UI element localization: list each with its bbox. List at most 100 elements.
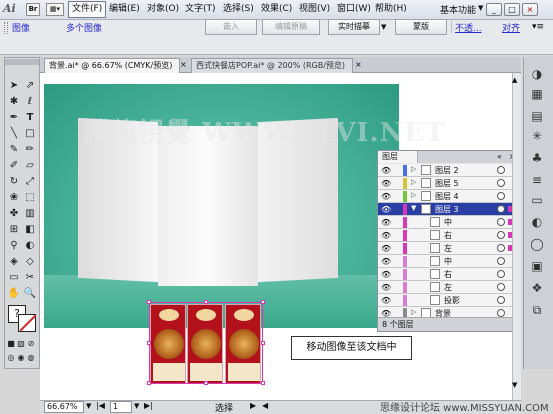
draw-inside-icon[interactable]: ◍ [26,350,36,366]
gradient-tool-icon[interactable]: ◧ [22,222,38,238]
embed-button[interactable]: 嵌入 [205,19,257,35]
layers-icon[interactable]: ❖ [528,280,546,296]
status-menu-icon[interactable]: ▶ [250,401,256,410]
tools-panel-header[interactable] [5,59,39,65]
vertical-scrollbar[interactable] [512,73,521,400]
menu-effect[interactable]: 效果(C) [258,1,295,18]
blob-brush-tool-icon[interactable]: ✐ [6,158,22,174]
scroll-left-icon[interactable]: ◀ [262,401,268,410]
chevron-down-icon[interactable]: ▼ [134,402,139,410]
symbol-sprayer-tool-icon[interactable]: ✤ [6,206,22,222]
layer-row[interactable]: 👁 ▼ 图层 3 [378,203,519,216]
panel-menu-icon[interactable]: ▾≡ [532,22,544,32]
menu-select[interactable]: 选择(S) [220,1,257,18]
resize-handle[interactable] [204,381,208,385]
last-page-icon[interactable]: ▶| [144,401,153,410]
transparency-icon[interactable]: ◐ [528,214,546,230]
stroke-swatch[interactable] [18,314,37,332]
live-paint-selection-tool-icon[interactable]: ◇ [22,254,38,270]
layer-row[interactable]: 👁 ▷ 图层 5 [378,177,519,190]
selection-bounding-box[interactable] [149,302,263,384]
layer-row[interactable]: 👁 ▷ 图层 2 [378,164,519,177]
brushes-icon[interactable]: ✳ [528,128,546,144]
appearance-icon[interactable]: ◯ [528,236,546,252]
swatches-icon[interactable]: ▤ [528,108,546,124]
layer-target-icon[interactable] [497,244,505,252]
menu-edit[interactable]: 编辑(E) [106,1,143,18]
warp-tool-icon[interactable]: ❀ [6,190,22,206]
menu-window[interactable]: 窗口(W) [334,1,374,18]
tab-background-doc[interactable]: 背景.ai* @ 66.67% (CMYK/预览) [44,58,180,73]
resize-handle[interactable] [261,341,265,345]
visibility-eye-icon[interactable]: 👁 [381,179,391,188]
magic-wand-tool-icon[interactable]: ✱ [6,94,22,110]
expand-triangle-icon[interactable]: ▷ [411,165,416,173]
slice-tool-icon[interactable]: ✂ [22,270,38,286]
menu-help[interactable]: 帮助(H) [372,1,410,18]
visibility-eye-icon[interactable]: 👁 [381,270,391,279]
color-panel-icon[interactable]: ◑ [528,66,546,82]
menu-object[interactable]: 对象(O) [144,1,182,18]
align-link[interactable]: 对齐 [502,21,520,34]
control-label-multiple[interactable]: 多个图像 [66,21,102,34]
type-tool-icon[interactable]: T [22,110,38,126]
tab-pop-doc[interactable]: 西式快餐店POP.ai* @ 200% (RGB/预览) [191,58,353,73]
rectangle-tool-icon[interactable]: □ [22,126,38,142]
visibility-eye-icon[interactable]: 👁 [381,231,391,240]
expand-triangle-icon[interactable]: ▷ [411,308,416,316]
visibility-eye-icon[interactable]: 👁 [381,218,391,227]
layer-row[interactable]: 👁 投影 [378,294,519,307]
chevron-down-icon[interactable]: ▼ [381,23,386,31]
resize-handle[interactable] [261,300,265,304]
mask-button[interactable]: 蒙版 [395,19,447,35]
resize-handle[interactable] [147,341,151,345]
layer-row[interactable]: 👁 右 [378,229,519,242]
eyedropper-tool-icon[interactable]: ⚲ [6,238,22,254]
chevron-down-icon[interactable]: ▼ [478,4,483,12]
eraser-tool-icon[interactable]: ▱ [22,158,38,174]
pen-tool-icon[interactable]: ✒ [6,110,22,126]
menu-view[interactable]: 视图(V) [296,1,333,18]
visibility-eye-icon[interactable]: 👁 [381,296,391,305]
layer-row[interactable]: 👁 左 [378,242,519,255]
layer-row[interactable]: 👁 左 [378,281,519,294]
menu-file[interactable]: 文件(F) [68,1,107,18]
visibility-eye-icon[interactable]: 👁 [381,166,391,175]
page-number-field[interactable]: 1 [110,401,132,413]
opacity-link[interactable]: 不透... [455,21,482,34]
gradient-icon[interactable]: ▭ [528,192,546,208]
color-guide-icon[interactable]: ▦ [528,86,546,102]
stroke-icon[interactable]: ≡ [528,172,546,188]
layer-row[interactable]: 👁 右 [378,268,519,281]
scroll-up-icon[interactable]: ▲ [512,76,517,84]
layer-target-icon[interactable] [497,257,505,265]
layer-target-icon[interactable] [497,179,505,187]
artboards-icon[interactable]: ⧉ [528,302,546,318]
column-graph-tool-icon[interactable]: ▥ [22,206,38,222]
direct-selection-tool-icon[interactable]: ⇗ [22,78,38,94]
live-paint-tool-icon[interactable]: ◈ [6,254,22,270]
selection-tool-icon[interactable]: ➤ [6,78,22,94]
minimize-button[interactable]: _ [486,3,502,16]
control-label-image[interactable]: 图像 [12,21,30,34]
lasso-tool-icon[interactable]: ℓ [22,94,38,110]
status-mode-text[interactable]: 选择 [215,401,233,414]
menu-type[interactable]: 文字(T) [182,1,219,18]
first-page-icon[interactable]: |◀ [96,401,105,410]
zoom-tool-icon[interactable]: 🔍 [22,286,38,302]
close-icon[interactable]: × [180,60,187,69]
visibility-eye-icon[interactable]: 👁 [381,244,391,253]
layer-target-icon[interactable] [497,231,505,239]
resize-handle[interactable] [261,381,265,385]
graphic-styles-icon[interactable]: ▣ [528,258,546,274]
layer-target-icon[interactable] [497,283,505,291]
mesh-tool-icon[interactable]: ⊞ [6,222,22,238]
expand-triangle-icon[interactable]: ▷ [411,178,416,186]
layer-target-icon[interactable] [497,270,505,278]
restore-button[interactable]: □ [504,3,520,16]
visibility-eye-icon[interactable]: 👁 [381,192,391,201]
resize-handle[interactable] [147,381,151,385]
blend-tool-icon[interactable]: ◐ [22,238,38,254]
rotate-tool-icon[interactable]: ↻ [6,174,22,190]
visibility-eye-icon[interactable]: 👁 [381,205,391,214]
